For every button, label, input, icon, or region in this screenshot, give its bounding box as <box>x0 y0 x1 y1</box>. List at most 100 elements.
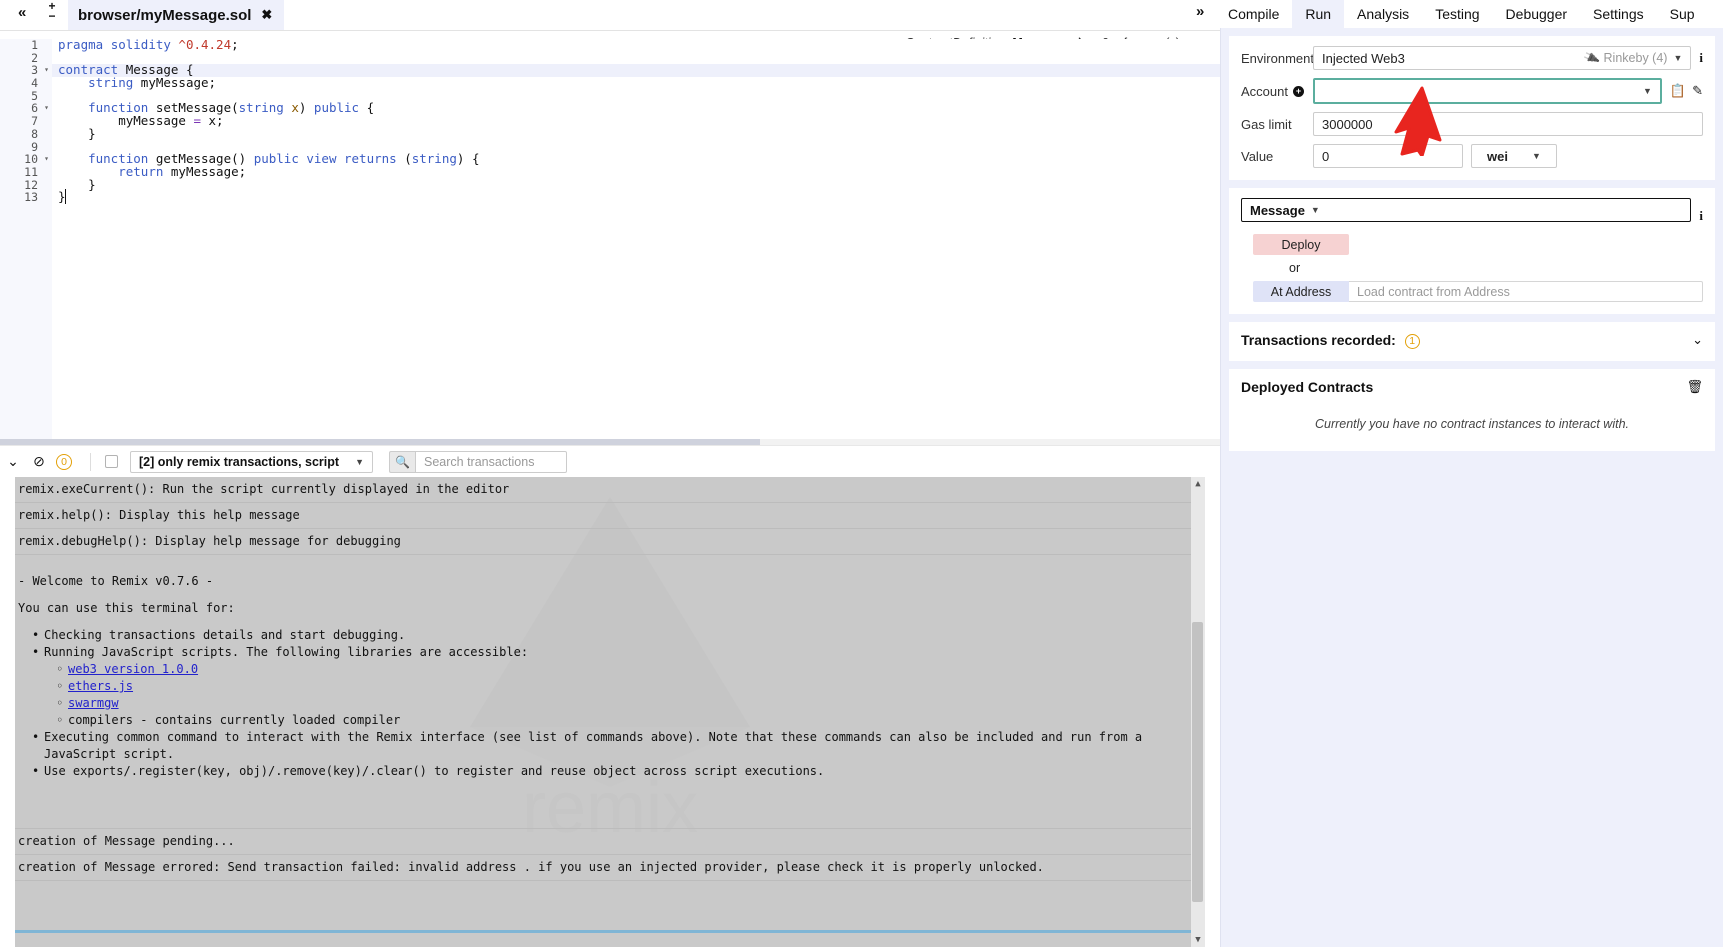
value-input[interactable]: 0 <box>1313 144 1463 168</box>
chevron-down-icon[interactable]: ▼ <box>1311 205 1320 215</box>
chevron-down-icon[interactable]: ▼ <box>1532 151 1541 161</box>
code-lines[interactable]: pragma solidity ^0.4.24; contract Message… <box>52 39 1220 446</box>
chevron-down-icon[interactable]: ▼ <box>1643 86 1652 96</box>
tab-debugger[interactable]: Debugger <box>1493 0 1581 28</box>
scrollbar-thumb[interactable] <box>1192 622 1203 902</box>
account-select[interactable]: ▼ <box>1313 78 1662 104</box>
code-line[interactable]: string myMessage; <box>52 76 1220 90</box>
list-item[interactable]: swarmgw <box>56 695 1197 712</box>
code-token: string <box>238 100 292 116</box>
tab-run[interactable]: Run <box>1292 0 1345 28</box>
line-number: 7 <box>31 114 38 129</box>
copy-icon[interactable]: 📋 <box>1670 83 1686 99</box>
account-actions: 📋 ✎ <box>1670 83 1703 99</box>
library-link[interactable]: swarmgw <box>68 696 119 710</box>
terminal-line[interactable]: creation of Message errored: Send transa… <box>15 855 1205 881</box>
code-token: x; <box>201 113 224 129</box>
listen-network-checkbox[interactable] <box>105 455 118 468</box>
code-token: ( <box>231 100 239 116</box>
transactions-recorded-card[interactable]: Transactions recorded: 1 ⌄ <box>1229 322 1715 361</box>
code-token: ( <box>404 151 412 167</box>
code-token: } <box>58 125 96 141</box>
chevron-down-icon[interactable]: ▼ <box>355 457 364 467</box>
terminal-output[interactable]: remix remix.exeCurrent(): Run the script… <box>15 477 1205 947</box>
library-link[interactable]: ethers.js <box>68 679 133 693</box>
at-address-input[interactable]: Load contract from Address <box>1349 281 1703 302</box>
code-line[interactable]: return myMessage; <box>52 165 1220 179</box>
scroll-down-icon[interactable]: ▼ <box>1191 933 1205 947</box>
search-transactions-box[interactable]: 🔍 Search transactions <box>388 450 567 473</box>
fold-toggle-icon[interactable]: ▾ <box>44 102 49 115</box>
line-number: 8 <box>31 126 38 141</box>
fold-toggle-icon[interactable]: ▾ <box>44 64 49 77</box>
chevron-down-icon[interactable]: ▼ <box>1673 53 1682 63</box>
at-address-button[interactable]: At Address <box>1253 281 1349 302</box>
contract-select[interactable]: Message ▼ <box>1241 198 1692 222</box>
library-link[interactable]: web3 version 1.0.0 <box>68 662 198 676</box>
list-item[interactable]: web3 version 1.0.0 <box>56 661 1197 678</box>
line-number: 2 <box>31 50 38 65</box>
code-line[interactable]: function setMessage(string x) public { <box>52 102 1220 115</box>
edit-icon[interactable]: ✎ <box>1692 83 1703 99</box>
gas-limit-input[interactable]: 3000000 <box>1313 112 1703 136</box>
scroll-up-icon[interactable]: ▲ <box>1191 477 1205 491</box>
font-size-controls[interactable]: + − <box>44 0 60 22</box>
code-token: ) <box>298 100 314 116</box>
list-item: compilers - contains currently loaded co… <box>56 712 1197 729</box>
search-input[interactable]: Search transactions <box>414 450 567 473</box>
code-line[interactable]: contract Message { <box>52 64 1220 78</box>
tab-settings[interactable]: Settings <box>1580 0 1657 28</box>
search-icon[interactable]: 🔍 <box>388 450 415 473</box>
fold-toggle-icon[interactable]: ▾ <box>44 153 49 166</box>
code-line[interactable] <box>52 52 1220 65</box>
code-token: x <box>291 100 299 116</box>
contract-info-icon[interactable]: i <box>1699 208 1703 224</box>
clear-console-icon[interactable]: ⊘ <box>26 453 52 470</box>
environment-select[interactable]: Injected Web3 🔌 Rinkeby (4) ▼ <box>1313 46 1692 70</box>
list-item: Checking transactions details and start … <box>32 627 1197 644</box>
code-line[interactable]: } <box>52 189 1220 205</box>
chevron-down-icon[interactable]: ⌄ <box>1692 332 1703 348</box>
line-number: 6 ▾ <box>31 101 49 116</box>
file-tab-label: browser/myMessage.sol <box>78 6 252 24</box>
transactions-recorded-header[interactable]: Transactions recorded: 1 ⌄ <box>1241 332 1703 349</box>
terminal-expand-icon[interactable]: ⌄ <box>0 453 26 470</box>
tab-testing[interactable]: Testing <box>1422 0 1492 28</box>
gas-limit-value: 3000000 <box>1322 116 1373 132</box>
code-area[interactable]: 1 2 3 ▾ 4 5 6 ▾ 7 8 9 10 ▾ 11 12 13 pragma solidity ^0.… <box>0 39 1220 446</box>
code-line[interactable]: pragma solidity ^0.4.24; <box>52 39 1220 52</box>
code-line[interactable]: myMessage = x; <box>52 113 1220 129</box>
code-token: string <box>411 151 457 167</box>
deployed-contracts-header: Deployed Contracts 🗑 <box>1241 379 1703 395</box>
collapse-panel-icon[interactable]: « <box>18 4 26 22</box>
terminal-line[interactable]: creation of Message pending... <box>15 829 1205 855</box>
terminal-line[interactable]: remix.help(): Display this help message <box>15 503 1205 529</box>
environment-info-icon[interactable]: i <box>1699 50 1703 66</box>
tab-compile[interactable]: Compile <box>1215 0 1292 28</box>
value-unit-select[interactable]: wei ▼ <box>1471 144 1557 168</box>
terminal-scrollbar[interactable]: ▲ ▼ <box>1191 477 1205 947</box>
tab-analysis[interactable]: Analysis <box>1344 0 1422 28</box>
tab-sup[interactable]: Sup <box>1657 0 1708 28</box>
library-links: web3 version 1.0.0 ethers.js swarmgw compil… <box>18 661 1197 729</box>
transaction-filter-select[interactable]: [2] only remix transactions, script ▼ <box>130 450 373 473</box>
font-decrease-icon[interactable]: − <box>44 10 60 22</box>
plus-circle-icon[interactable]: + <box>1292 85 1304 97</box>
transactions-recorded-label: Transactions recorded: <box>1241 332 1396 348</box>
code-line[interactable]: } <box>52 178 1220 192</box>
file-tab-mymessage[interactable]: browser/myMessage.sol ✖ <box>68 0 285 30</box>
terminal-line[interactable]: remix.debugHelp(): Display help message … <box>15 529 1205 555</box>
gas-limit-row: Gas limit 3000000 <box>1241 112 1703 136</box>
close-icon[interactable]: ✖ <box>261 7 272 23</box>
value-row: Value 0 wei ▼ <box>1241 144 1703 168</box>
terminal-active-line-highlight <box>15 930 1191 933</box>
expand-tabs-icon[interactable]: » <box>1196 3 1204 20</box>
trash-icon[interactable]: 🗑 <box>1686 379 1703 395</box>
deploy-button[interactable]: Deploy <box>1253 234 1349 255</box>
code-editor[interactable]: ContractDefinition Message ↱ 0 reference… <box>0 30 1220 446</box>
terminal-line[interactable]: remix.exeCurrent(): Run the script curre… <box>15 477 1205 503</box>
value-amount: 0 <box>1322 148 1330 164</box>
list-item[interactable]: ethers.js <box>56 678 1197 695</box>
code-line[interactable]: } <box>52 125 1220 141</box>
